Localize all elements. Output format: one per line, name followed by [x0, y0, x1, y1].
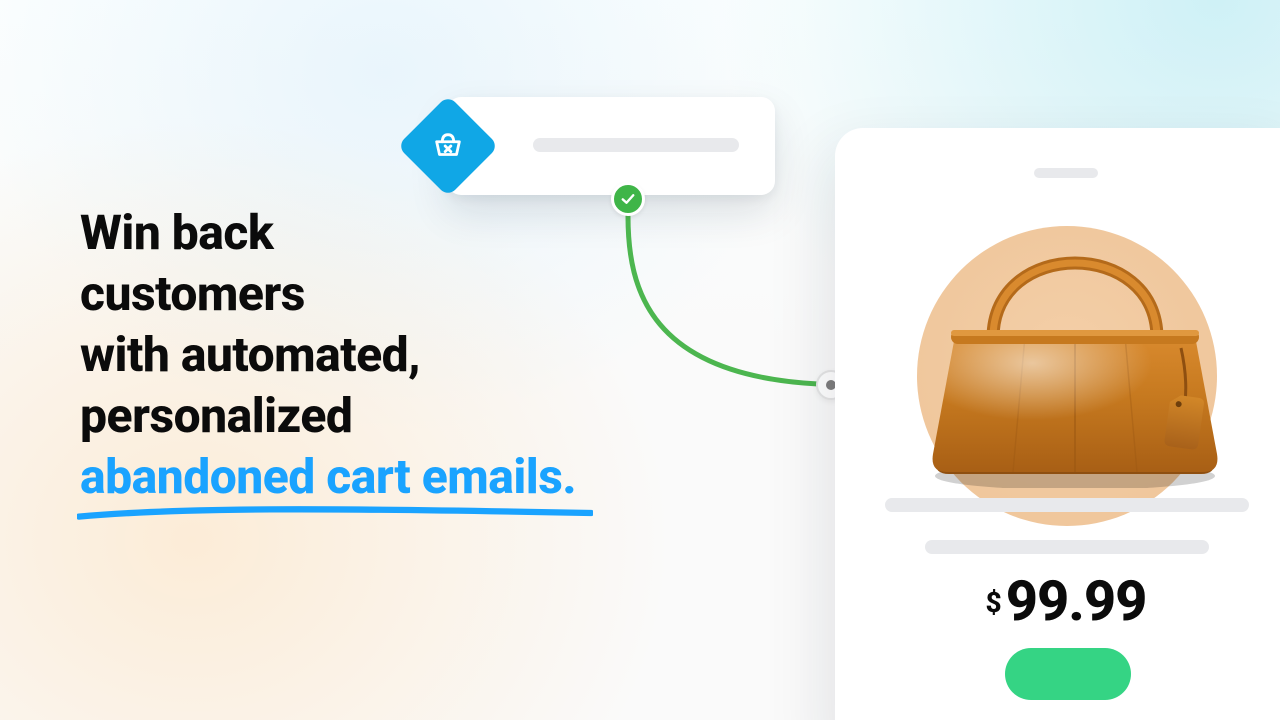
promo-hero-stage: Win back customers with automated, perso…	[0, 0, 1280, 720]
headline-highlight-text: abandoned cart emails.	[80, 448, 576, 505]
cta-button[interactable]	[1005, 648, 1131, 700]
price-amount: 99.99	[1006, 568, 1147, 634]
headline-line: personalized	[80, 387, 352, 444]
cart-abandoned-icon	[431, 129, 465, 163]
automation-trigger-card	[447, 97, 775, 195]
placeholder-line	[885, 498, 1249, 512]
placeholder-line	[533, 138, 739, 152]
check-icon	[619, 190, 637, 208]
product-price: $99.99	[835, 568, 1280, 634]
currency-symbol: $	[986, 586, 1002, 619]
device-notch	[1034, 168, 1098, 178]
headline-line: Win back	[80, 204, 273, 261]
check-badge	[611, 182, 645, 216]
handbag-icon	[885, 188, 1265, 488]
headline-line: customers	[80, 265, 305, 322]
underline-accent	[77, 504, 593, 522]
trigger-diamond	[397, 95, 499, 197]
headline: Win back customers with automated, perso…	[80, 203, 720, 508]
product-email-preview: $99.99	[835, 128, 1280, 720]
headline-line: with automated,	[80, 326, 420, 383]
placeholder-line	[925, 540, 1209, 554]
product-image	[885, 188, 1265, 488]
headline-highlight: abandoned cart emails.	[80, 447, 576, 508]
